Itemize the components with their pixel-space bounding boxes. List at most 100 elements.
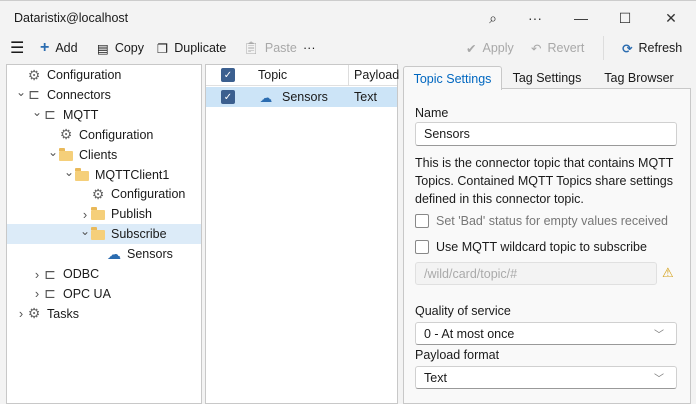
row-payload: Text: [354, 90, 377, 104]
tree-item-label: Tasks: [47, 306, 79, 321]
title-bar: Dataristix@localhost ⌕ ··· — ☐ ✕: [0, 0, 696, 34]
column-header-payload[interactable]: Payload: [354, 68, 399, 82]
revert-button[interactable]: ↶ Revert: [531, 38, 584, 58]
folder-icon: [75, 167, 89, 182]
tree-item[interactable]: ☁ Sensors: [7, 244, 201, 264]
cloud-download-icon: ☁: [259, 90, 273, 105]
warning-icon: ⚠: [662, 265, 674, 280]
minimize-button[interactable]: —: [566, 7, 596, 29]
tree-item[interactable]: ⌄ MQTTClient1: [7, 165, 201, 185]
chevron-down-icon[interactable]: ⌄: [80, 224, 90, 238]
hamburger-icon: ☰: [10, 40, 25, 57]
tree-item[interactable]: ⚙ Configuration: [7, 184, 201, 204]
search-window-icon[interactable]: ⌕: [478, 7, 508, 29]
qos-label: Quality of service: [415, 304, 511, 318]
chevron-right-icon[interactable]: ›: [32, 267, 42, 282]
tree-view[interactable]: ⚙ Configuration ⌄ ⊏ Connectors ⌄ ⊏ MQTT ⚙ Configu…: [6, 64, 202, 404]
tab-tag-settings[interactable]: Tag Settings: [505, 66, 589, 89]
wildcard-checkbox[interactable]: Use MQTT wildcard topic to subscribe: [415, 240, 647, 254]
check-icon: ✔: [466, 41, 477, 56]
payload-value: Text: [424, 370, 447, 385]
gears-icon: ⚙: [27, 305, 41, 322]
tree-item[interactable]: ⌄ ⊏ MQTT: [7, 105, 201, 125]
undo-icon: ↶: [531, 41, 542, 56]
more-window-button[interactable]: ···: [520, 7, 550, 29]
tree-item[interactable]: › Publish: [7, 204, 201, 224]
payload-label: Payload format: [415, 348, 500, 362]
maximize-button[interactable]: ☐: [610, 7, 640, 29]
plug-icon: ⊏: [44, 106, 56, 123]
table-row[interactable]: ✓ ☁ Sensors Text: [206, 87, 397, 107]
paste-label: Paste: [264, 41, 297, 55]
chevron-down-icon: ﹀: [654, 330, 664, 341]
duplicate-button[interactable]: ❐ Duplicate: [157, 38, 226, 58]
name-input[interactable]: Sensors: [415, 122, 677, 146]
bad-status-label: Set 'Bad' status for empty values receiv…: [436, 214, 668, 228]
apply-button[interactable]: ✔ Apply: [466, 38, 514, 58]
tree-item[interactable]: › ⊏ OPC UA: [7, 284, 201, 304]
select-all-checkbox[interactable]: ✓: [221, 68, 235, 82]
gear-icon: ⚙: [91, 185, 105, 202]
add-button[interactable]: + Add: [40, 38, 78, 58]
tree-item[interactable]: ⌄ Subscribe: [7, 224, 201, 245]
tree-item[interactable]: › ⚙ Tasks: [7, 304, 201, 324]
wildcard-topic-input[interactable]: /wild/card/topic/#: [415, 262, 657, 285]
folder-icon: [91, 227, 105, 241]
tree-item[interactable]: › ⊏ ODBC: [7, 264, 201, 284]
chevron-down-icon[interactable]: ⌄: [64, 165, 74, 179]
folder-icon: [91, 207, 105, 221]
chevron-down-icon[interactable]: ⌄: [32, 105, 42, 119]
name-label: Name: [415, 106, 449, 120]
tree-item[interactable]: ⌄ ⊏ Connectors: [7, 85, 201, 105]
folder-icon: [59, 147, 73, 162]
tree-item-label: ODBC: [63, 267, 100, 281]
copy-button[interactable]: ▤ Copy: [97, 38, 144, 58]
checkbox-box: [415, 214, 429, 228]
duplicate-icon: ❐: [157, 41, 169, 56]
tree-item-label: Subscribe: [111, 227, 167, 242]
row-topic: Sensors: [282, 90, 328, 104]
column-header-topic[interactable]: Topic: [258, 68, 287, 82]
copy-icon: ▤: [97, 41, 109, 56]
gear-icon: ⚙: [59, 126, 73, 143]
chevron-right-icon[interactable]: ›: [16, 306, 26, 321]
qos-select[interactable]: 0 - At most once ﹀: [415, 322, 677, 345]
tree-item-label: MQTT: [63, 107, 99, 122]
topic-list[interactable]: ✓ Topic Payload ✓ ☁ Sensors Text: [205, 64, 399, 404]
tree-item-label: MQTTClient1: [95, 167, 170, 182]
plug-icon: ⊏: [44, 265, 56, 282]
wildcard-label: Use MQTT wildcard topic to subscribe: [436, 240, 647, 254]
refresh-button[interactable]: ⟳ Refresh: [622, 38, 682, 58]
bad-status-checkbox[interactable]: Set 'Bad' status for empty values receiv…: [415, 214, 668, 228]
toolbar-divider: [603, 36, 604, 60]
menu-button[interactable]: ☰: [10, 38, 24, 58]
tree-item[interactable]: ⚙ Configuration: [7, 65, 201, 85]
plug-icon: ⊏: [28, 86, 40, 103]
tab-tag-browser[interactable]: Tag Browser: [594, 66, 684, 89]
qos-value: 0 - At most once: [424, 326, 515, 341]
gear-icon: ⚙: [27, 66, 41, 83]
paste-icon: 📋︎: [243, 40, 259, 55]
chevron-right-icon[interactable]: ›: [80, 207, 90, 222]
more-toolbar-button[interactable]: ···: [303, 38, 316, 58]
tree-item-label: Configuration: [79, 127, 154, 142]
tree-item-label: Sensors: [127, 247, 173, 262]
row-checkbox[interactable]: ✓: [221, 90, 235, 104]
tree-item-label: Configuration: [47, 68, 122, 82]
list-header: ✓ Topic Payload: [206, 65, 399, 86]
duplicate-label: Duplicate: [174, 41, 227, 55]
cloud-download-icon: ☁: [107, 245, 121, 262]
tree-item[interactable]: ⚙ Configuration: [7, 125, 201, 145]
chevron-down-icon[interactable]: ⌄: [16, 85, 26, 99]
tree-item-label: Publish: [111, 207, 152, 222]
plug-icon: ⊏: [44, 285, 56, 302]
plus-icon: +: [40, 39, 50, 56]
paste-button[interactable]: 📋︎ Paste: [243, 38, 297, 58]
chevron-down-icon[interactable]: ⌄: [48, 145, 58, 159]
tab-topic-settings[interactable]: Topic Settings: [403, 66, 502, 90]
close-button[interactable]: ✕: [656, 7, 686, 29]
tree-item[interactable]: ⌄ Clients: [7, 145, 201, 165]
payload-format-select[interactable]: Text ﹀: [415, 366, 677, 389]
add-label: Add: [55, 41, 78, 55]
chevron-right-icon[interactable]: ›: [32, 286, 42, 301]
